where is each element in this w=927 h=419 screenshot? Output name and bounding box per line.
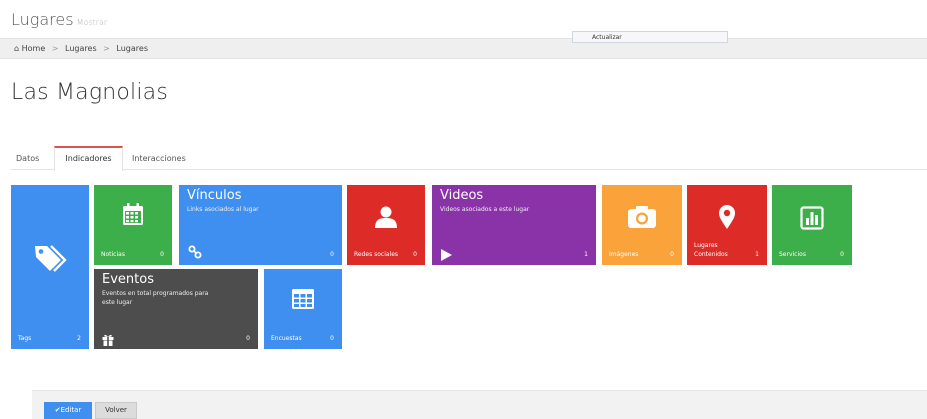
tile-videos-title: Videos [440,188,484,203]
tile-servicios-label: Servicios [779,251,806,258]
tile-redes-sociales[interactable]: Redes sociales 0 [347,185,425,265]
tab-datos[interactable]: Datos [16,146,39,170]
tile-lugares-label-line2: Contenidos [694,251,728,258]
app-title: Lugares Mostrar [11,10,107,29]
page-title: Las Magnolias [11,80,169,105]
tile-vinculos[interactable]: Vínculos Links asociados al lugar 0 [179,185,342,265]
bar-chart-icon [800,206,824,234]
tile-eventos-count: 0 [246,335,250,342]
tile-imagenes[interactable]: Imágenes 0 [602,185,682,265]
tile-eventos-title: Eventos [102,272,154,287]
breadcrumb-home[interactable]: Home [22,44,46,53]
edit-button-label: Editar [60,406,82,414]
app-title-text: Lugares [11,10,74,29]
tile-imagenes-label: Imágenes [609,251,639,258]
tile-noticias[interactable]: Noticias 0 [94,185,172,265]
home-icon: ⌂ [14,44,20,53]
tile-vinculos-count: 0 [330,251,334,258]
tile-videos-count: 1 [584,251,588,258]
tile-redes-count: 0 [413,251,417,258]
tile-lugares-contenidos[interactable]: Lugares Contenidos 1 [687,185,767,265]
tab-interacciones[interactable]: Interacciones [132,146,186,170]
tile-tags-label: Tags [18,335,32,342]
tile-vinculos-description: Links asociados al lugar [187,206,259,213]
tile-eventos[interactable]: Eventos Eventos en total programados par… [94,269,258,349]
breadcrumb-separator: > [103,44,110,53]
back-button[interactable]: Volver [95,402,137,419]
tile-servicios[interactable]: Servicios 0 [772,185,852,265]
tile-servicios-count: 0 [840,251,844,258]
app-subtitle: Mostrar [76,18,108,27]
breadcrumb-current: Lugares [116,44,148,53]
play-icon [441,246,452,265]
tile-encuestas[interactable]: Encuestas 0 [264,269,342,349]
tile-videos-description: Videos asociados a este lugar [440,206,530,213]
gift-icon [102,331,114,349]
table-icon [292,289,314,313]
tags-icon [33,243,67,277]
tile-encuestas-count: 0 [330,335,334,342]
tile-noticias-label: Noticias [101,251,125,258]
tile-videos[interactable]: Videos Videos asociados a este lugar 1 [432,185,596,265]
tile-lugares-count: 1 [755,251,759,258]
tile-noticias-count: 0 [160,251,164,258]
tile-redes-label: Redes sociales [354,251,399,258]
breadcrumb: ⌂ Home > Lugares > Lugares [14,44,148,53]
tab-bar: Datos Indicadores Interacciones [11,146,927,171]
link-icon [188,244,202,263]
tile-lugares-label-line1: Lugares [694,242,718,249]
edit-button[interactable]: ✔Editar [44,402,92,419]
update-button[interactable]: Actualizar [572,31,728,43]
breadcrumb-bar: ⌂ Home > Lugares > Lugares [0,38,927,59]
tab-indicadores[interactable]: Indicadores [54,146,123,171]
camera-icon [627,205,657,233]
map-marker-icon [718,204,736,234]
tile-tags-count: 2 [77,335,81,342]
breadcrumb-separator: > [51,44,59,53]
tile-imagenes-count: 0 [670,251,674,258]
tile-vinculos-title: Vínculos [187,188,242,203]
tile-tags[interactable]: Tags 2 [11,185,89,349]
tile-eventos-description-line2: este lugar [102,299,133,306]
breadcrumb-lugares[interactable]: Lugares [65,44,97,53]
tile-eventos-description-line1: Eventos en total programados para [102,290,209,297]
user-icon [374,205,398,233]
tile-encuestas-label: Encuestas [271,335,302,342]
footer-bar [32,390,927,419]
calendar-icon [121,202,145,230]
